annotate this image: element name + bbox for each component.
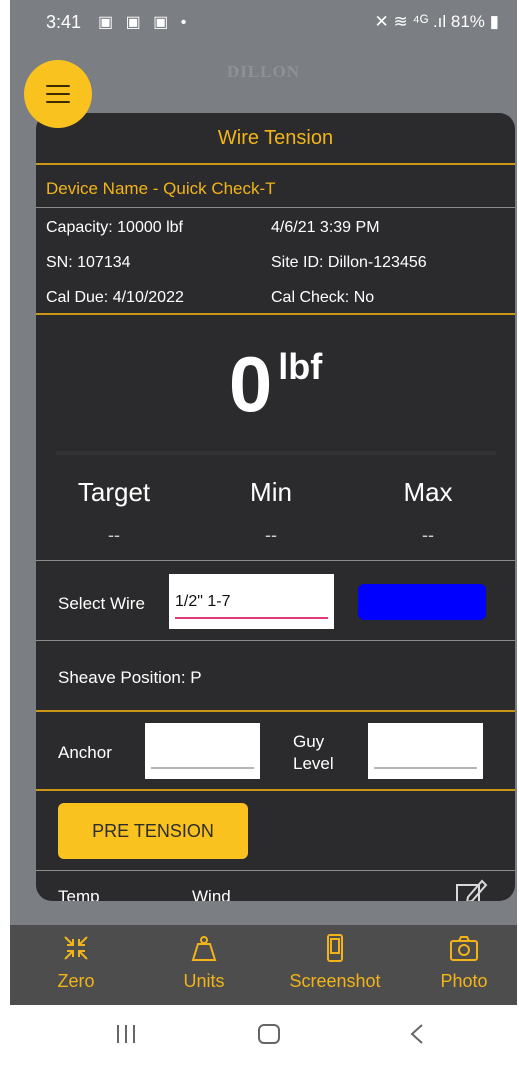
temp-label: Temp xyxy=(58,887,100,901)
notification-icons: ▣ ▣ ▣ • xyxy=(98,14,191,31)
level-label: Level xyxy=(293,754,334,773)
anchor-label: Anchor xyxy=(58,743,112,762)
target-value: -- xyxy=(108,525,120,545)
nav-photo-label: Photo xyxy=(440,971,488,991)
wind-label: Wind xyxy=(192,887,231,901)
battery-icon: ▮ xyxy=(489,12,499,31)
max-value: -- xyxy=(422,525,434,545)
divider xyxy=(56,451,496,455)
bottom-nav: Zero Units Screenshot Photo xyxy=(10,925,517,1005)
recent-apps-button[interactable] xyxy=(114,1023,138,1052)
divider xyxy=(36,789,515,791)
device-name: Device Name - Quick Check-T xyxy=(46,179,276,198)
pre-tension-button[interactable]: PRE TENSION xyxy=(58,803,248,859)
divider xyxy=(36,207,515,208)
tension-reading: 0 lbf xyxy=(36,339,515,430)
home-button[interactable] xyxy=(257,1023,281,1052)
nav-screenshot-label: Screenshot xyxy=(289,971,381,991)
select-wire-value: 1/2" 1-7 xyxy=(175,593,231,610)
anchor-input[interactable] xyxy=(145,723,260,779)
phone-screen: 3:41 ▣ ▣ ▣ • ✕ ≋ ⁴ᴳ .ıl 81% ▮ DILLON Wir… xyxy=(10,0,517,1067)
wire-color-swatch[interactable] xyxy=(358,584,486,620)
system-nav-bar xyxy=(10,1005,517,1067)
wire-tension-card: Wire Tension Device Name - Quick Check-T… xyxy=(36,113,515,901)
divider xyxy=(36,313,515,315)
edit-icon[interactable] xyxy=(454,877,490,901)
status-right: ✕ ≋ ⁴ᴳ .ıl 81% ▮ xyxy=(375,12,499,32)
camera-icon xyxy=(450,936,478,961)
input-underline xyxy=(374,767,477,769)
menu-button[interactable] xyxy=(24,60,92,128)
guy-level-label: Guy Level xyxy=(293,731,334,775)
back-button[interactable] xyxy=(406,1023,430,1052)
max-label: Max xyxy=(403,477,453,507)
card-title: Wire Tension xyxy=(217,127,334,149)
serial-number-text: SN: 107134 xyxy=(46,254,131,271)
signal-icons: ✕ ≋ ⁴ᴳ .ıl xyxy=(374,12,447,31)
phone-screenshot-icon xyxy=(327,934,343,962)
recent-apps-icon xyxy=(117,1025,135,1043)
select-wire-input[interactable]: 1/2" 1-7 xyxy=(169,574,334,629)
hamburger-icon xyxy=(46,85,70,103)
input-underline xyxy=(175,617,328,619)
nav-screenshot[interactable]: Screenshot xyxy=(280,933,390,992)
guy-label: Guy xyxy=(293,732,325,751)
nav-photo[interactable]: Photo xyxy=(409,933,517,992)
divider xyxy=(36,710,515,712)
guy-level-input[interactable] xyxy=(368,723,483,779)
nav-zero-label: Zero xyxy=(57,971,95,991)
divider xyxy=(36,640,515,641)
home-icon xyxy=(258,1024,280,1044)
collapse-arrows-icon xyxy=(64,936,88,960)
divider xyxy=(36,870,515,871)
divider xyxy=(36,163,515,165)
nav-units-label: Units xyxy=(183,971,225,991)
cal-due-text: Cal Due: 4/10/2022 xyxy=(46,289,184,306)
datetime-text: 4/6/21 3:39 PM xyxy=(271,219,380,236)
status-bar: 3:41 ▣ ▣ ▣ • ✕ ≋ ⁴ᴳ .ıl 81% ▮ xyxy=(10,0,517,46)
weight-icon xyxy=(191,936,217,961)
input-underline xyxy=(151,767,254,769)
battery-level: 81% xyxy=(450,12,485,31)
divider xyxy=(36,560,515,561)
reading-unit: lbf xyxy=(278,346,323,387)
min-value: -- xyxy=(265,525,277,545)
back-icon xyxy=(410,1024,423,1044)
nav-units[interactable]: Units xyxy=(149,933,259,992)
capacity-text: Capacity: 10000 lbf xyxy=(46,219,183,236)
nav-zero[interactable]: Zero xyxy=(21,933,131,992)
min-label: Min xyxy=(250,477,292,507)
sheave-position: Sheave Position: P xyxy=(58,668,202,687)
cal-check-text: Cal Check: No xyxy=(271,289,375,306)
status-time: 3:41 xyxy=(46,12,82,32)
reading-value: 0 xyxy=(228,340,273,428)
select-wire-label: Select Wire xyxy=(58,594,145,613)
site-id-text: Site ID: Dillon-123456 xyxy=(271,254,427,271)
target-label: Target xyxy=(77,477,151,507)
